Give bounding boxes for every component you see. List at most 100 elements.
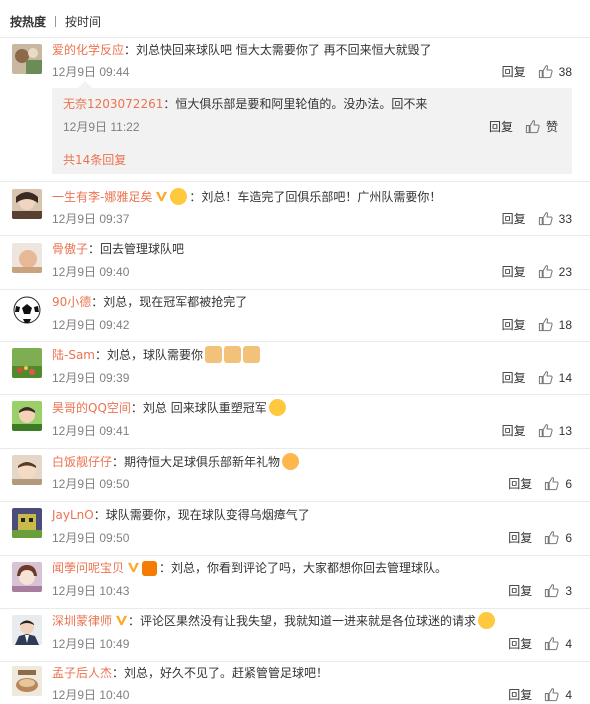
- reply-timestamp: 12月9日 11:22: [63, 120, 140, 134]
- comment-text: 陆-Sam：刘总，球队需要你: [52, 346, 262, 363]
- username[interactable]: 骨傲子: [52, 242, 88, 256]
- timestamp: 12月9日 09:39: [52, 371, 130, 385]
- thumbs-up-icon: [538, 212, 553, 226]
- avatar[interactable]: [12, 348, 42, 378]
- comment-body: ：刘总！车造完了回俱乐部吧！广州队需要你！: [189, 190, 442, 204]
- avatar[interactable]: [12, 615, 42, 645]
- like-button[interactable]: 赞: [525, 118, 558, 135]
- comment-text: 90小德：刘总，现在冠军都被抢完了: [52, 293, 247, 310]
- comment-item: 白饭靓仔仔：期待恒大足球俱乐部新年礼物 12月9日 09:50 回复 6: [0, 449, 590, 501]
- like-button[interactable]: 13: [538, 423, 572, 438]
- like-button[interactable]: 6: [544, 530, 572, 545]
- thumbs-up-icon: [525, 120, 540, 134]
- sort-divider: [55, 15, 57, 27]
- like-button[interactable]: 6: [544, 476, 572, 491]
- comment-text: 深圳蒙律师 ：评论区果然没有让我失望，我就知道一进来就是各位球迷的请求: [52, 612, 497, 629]
- sort-by-hot[interactable]: 按热度: [10, 13, 46, 30]
- reply-username[interactable]: 无奈1203072261: [63, 97, 163, 111]
- reply-button[interactable]: 回复: [502, 316, 526, 333]
- avatar[interactable]: [12, 666, 42, 696]
- comment-actions: 回复 4: [508, 686, 572, 703]
- username[interactable]: 一生有李-娜雅足矣: [52, 190, 152, 204]
- comment-body: ：刘总，你看到评论了吗，大家都想你回去管理球队。: [159, 561, 448, 575]
- comment-actions: 回复 6: [508, 529, 572, 546]
- reply-button[interactable]: 回复: [508, 529, 532, 546]
- avatar[interactable]: [12, 508, 42, 538]
- like-button[interactable]: 3: [544, 583, 572, 598]
- timestamp: 12月9日 09:50: [52, 477, 130, 491]
- sort-by-time[interactable]: 按时间: [65, 13, 101, 30]
- comment-text: 孟子后人杰：刘总，好久不见了。赶紧管管足球吧！: [52, 664, 328, 681]
- reply-button[interactable]: 回复: [502, 63, 526, 80]
- avatar[interactable]: [12, 562, 42, 592]
- username[interactable]: 闻荸问呢宝贝: [52, 561, 124, 575]
- like-count: 4: [565, 687, 572, 702]
- like-count: 6: [565, 476, 572, 491]
- comment-body: ：期待恒大足球俱乐部新年礼物: [112, 455, 281, 469]
- reply-button[interactable]: 回复: [508, 635, 532, 652]
- thumbs-up-icon: [538, 318, 553, 332]
- like-button[interactable]: 38: [538, 64, 572, 79]
- avatar[interactable]: [12, 44, 42, 74]
- comment-actions: 回复 3: [508, 582, 572, 599]
- like-count: 33: [558, 211, 572, 226]
- emoji-icon: [170, 188, 188, 205]
- comment-item: 闻荸问呢宝贝 ：刘总，你看到评论了吗，大家都想你回去管理球队。 12月9日 10:…: [0, 556, 590, 608]
- like-count: 14: [558, 370, 572, 385]
- sort-bar: 按热度 按时间: [10, 13, 101, 29]
- timestamp: 12月9日 10:40: [52, 688, 130, 702]
- username[interactable]: 90小德: [52, 295, 91, 309]
- username[interactable]: 孟子后人杰: [52, 666, 112, 680]
- crying-emoji-icon: [268, 399, 286, 416]
- username[interactable]: 爱的化学反应: [52, 43, 124, 57]
- reply-arrow: [78, 81, 92, 88]
- avatar[interactable]: [12, 243, 42, 273]
- like-button[interactable]: 33: [538, 211, 572, 226]
- username[interactable]: 白饭靓仔仔: [52, 455, 112, 469]
- like-button[interactable]: 4: [544, 687, 572, 702]
- reply-button[interactable]: 回复: [502, 263, 526, 280]
- like-button[interactable]: 4: [544, 636, 572, 651]
- like-count: 4: [565, 636, 572, 651]
- comment-item: 一生有李-娜雅足矣 ：刘总！车造完了回俱乐部吧！广州队需要你！ 12月9日 09:…: [0, 182, 590, 235]
- avatar[interactable]: [12, 189, 42, 219]
- reply-button[interactable]: 回复: [502, 369, 526, 386]
- comment-text: 骨傲子：回去管理球队吧: [52, 240, 184, 257]
- thumbs-up-icon: [538, 371, 553, 385]
- like-button[interactable]: 18: [538, 317, 572, 332]
- like-button[interactable]: 14: [538, 370, 572, 385]
- comment-body: ：刘总快回来球队吧 恒大太需要你了 再不回来恒大就毁了: [124, 43, 432, 57]
- like-button[interactable]: 23: [538, 264, 572, 279]
- total-replies-link[interactable]: 共14条回复: [63, 151, 126, 168]
- reply-button[interactable]: 回复: [502, 210, 526, 227]
- reply-button[interactable]: 回复: [508, 686, 532, 703]
- comment-item: 爱的化学反应：刘总快回来球队吧 恒大太需要你了 再不回来恒大就毁了 12月9日 …: [0, 38, 590, 181]
- comment-body: ：刘总，好久不见了。赶紧管管足球吧！: [112, 666, 329, 680]
- comment-actions: 回复 6: [508, 475, 572, 492]
- comment-actions: 回复 18: [502, 316, 572, 333]
- username[interactable]: 陆-Sam: [52, 348, 95, 362]
- comment-body: ：刘总，现在冠军都被抢完了: [91, 295, 248, 309]
- avatar[interactable]: [12, 401, 42, 431]
- like-count: 3: [565, 583, 572, 598]
- avatar[interactable]: [12, 295, 42, 325]
- avatar[interactable]: [12, 455, 42, 485]
- reply-button[interactable]: 回复: [508, 475, 532, 492]
- vip-badge-icon: [115, 615, 128, 626]
- username[interactable]: JayLnO: [52, 508, 94, 522]
- comment-text: 白饭靓仔仔：期待恒大足球俱乐部新年礼物: [52, 453, 301, 470]
- comment-actions: 回复 14: [502, 369, 572, 386]
- comment-item: 孟子后人杰：刘总，好久不见了。赶紧管管足球吧！ 12月9日 10:40 回复 4: [0, 662, 590, 704]
- username[interactable]: 深圳蒙律师: [52, 614, 112, 628]
- comment-item: 昊哥的QQ空间：刘总 回来球队重塑冠军 12月9日 09:41 回复 13: [0, 395, 590, 448]
- rank-badge-icon: [142, 561, 158, 576]
- reply-button[interactable]: 回复: [502, 422, 526, 439]
- like-count: 38: [558, 64, 572, 79]
- muscle-emoji-icon: [224, 346, 242, 363]
- reply-text: 无奈1203072261：恒大俱乐部是要和阿里轮值的。没办法。回不来: [63, 95, 427, 112]
- comment-text: 昊哥的QQ空间：刘总 回来球队重塑冠军: [52, 399, 288, 416]
- comment-body: ：回去管理球队吧: [88, 242, 185, 256]
- reply-button[interactable]: 回复: [508, 582, 532, 599]
- username[interactable]: 昊哥的QQ空间: [52, 401, 131, 415]
- reply-button[interactable]: 回复: [489, 118, 513, 135]
